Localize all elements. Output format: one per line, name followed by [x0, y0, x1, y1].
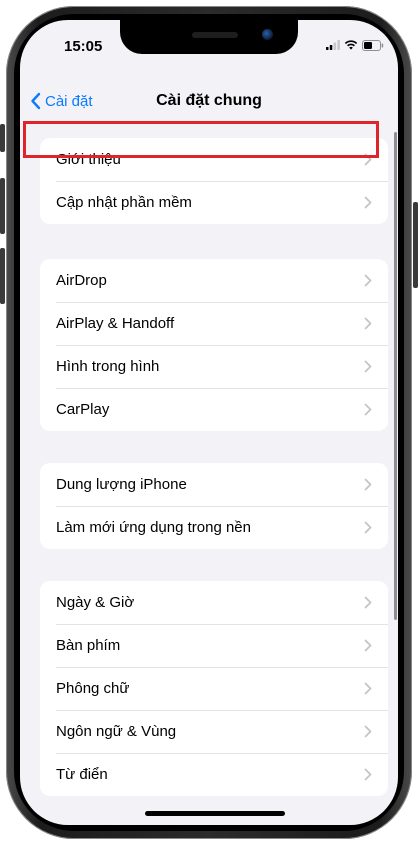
power-button [413, 202, 418, 288]
settings-row-dictionary[interactable]: Từ điển [40, 753, 388, 796]
row-label: Hình trong hình [56, 358, 160, 375]
home-indicator[interactable] [145, 811, 285, 816]
chevron-right-icon [364, 317, 372, 330]
settings-group-storage: Dung lượng iPhone Làm mới ứng dụng trong… [40, 463, 388, 549]
row-label: Ngày & Giờ [56, 594, 135, 611]
notch [120, 20, 298, 54]
settings-row-keyboard[interactable]: Bàn phím [40, 624, 388, 667]
row-label: Từ điển [56, 766, 108, 783]
chevron-right-icon [364, 478, 372, 491]
speaker-grille [192, 32, 238, 38]
chevron-right-icon [364, 274, 372, 287]
highlight-box [23, 121, 379, 158]
settings-row-fonts[interactable]: Phông chữ [40, 667, 388, 710]
chevron-right-icon [364, 521, 372, 534]
chevron-right-icon [364, 682, 372, 695]
mute-switch [0, 124, 5, 152]
row-label: Phông chữ [56, 680, 130, 697]
status-icons [326, 39, 384, 51]
settings-row-airplay-handoff[interactable]: AirPlay & Handoff [40, 302, 388, 345]
status-time: 15:05 [64, 38, 103, 55]
settings-group-connectivity: AirDrop AirPlay & Handoff Hình trong hìn… [40, 259, 388, 431]
row-label: Cập nhật phần mềm [56, 194, 192, 211]
settings-group-locale: Ngày & Giờ Bàn phím Phông chữ Ngôn ngữ &… [40, 581, 388, 796]
signal-icon [326, 40, 340, 50]
chevron-right-icon [364, 196, 372, 209]
settings-row-background-refresh[interactable]: Làm mới ứng dụng trong nền [40, 506, 388, 549]
row-label: AirDrop [56, 272, 107, 289]
settings-row-software-update[interactable]: Cập nhật phần mềm [40, 181, 388, 224]
chevron-right-icon [364, 639, 372, 652]
row-label: Làm mới ứng dụng trong nền [56, 519, 251, 536]
row-label: Ngôn ngữ & Vùng [56, 723, 177, 740]
settings-row-airdrop[interactable]: AirDrop [40, 259, 388, 302]
front-camera [262, 29, 273, 40]
row-label: Dung lượng iPhone [56, 476, 187, 493]
settings-row-iphone-storage[interactable]: Dung lượng iPhone [40, 463, 388, 506]
chevron-right-icon [364, 403, 372, 416]
row-label: CarPlay [56, 401, 110, 418]
scroll-indicator[interactable] [394, 132, 397, 620]
volume-up-button [0, 178, 5, 234]
chevron-right-icon [364, 725, 372, 738]
chevron-right-icon [364, 768, 372, 781]
wifi-icon [344, 40, 358, 50]
settings-row-carplay[interactable]: CarPlay [40, 388, 388, 431]
settings-row-date-time[interactable]: Ngày & Giờ [40, 581, 388, 624]
page-title: Cài đặt chung [156, 92, 262, 109]
settings-row-language-region[interactable]: Ngôn ngữ & Vùng [40, 710, 388, 753]
navigation-bar: Cài đặt Cài đặt chung [20, 78, 398, 118]
chevron-right-icon [364, 596, 372, 609]
row-label: Bàn phím [56, 637, 121, 654]
settings-row-picture-in-picture[interactable]: Hình trong hình [40, 345, 388, 388]
battery-icon [362, 39, 384, 51]
row-label: AirPlay & Handoff [56, 315, 175, 332]
volume-down-button [0, 248, 5, 304]
chevron-right-icon [364, 360, 372, 373]
